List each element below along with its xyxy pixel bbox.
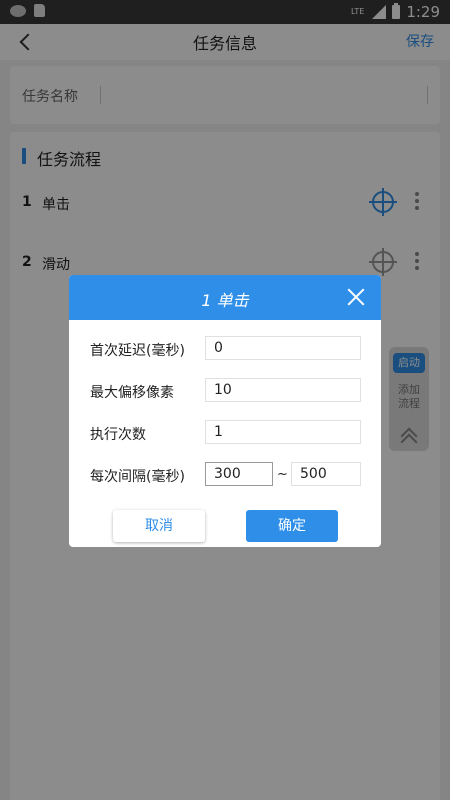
interval-min-input[interactable]: 300	[205, 462, 273, 486]
range-separator: ~	[277, 467, 288, 482]
close-icon[interactable]	[347, 288, 365, 306]
cancel-button[interactable]: 取消	[113, 510, 205, 542]
dialog-title: 1 单击	[201, 291, 249, 310]
first-delay-label: 首次延迟(毫秒)	[90, 343, 185, 359]
step-settings-dialog: 1 单击 首次延迟(毫秒) 0 最大偏移像素 10 执行次数 1 每次间隔(毫秒…	[69, 275, 381, 547]
max-offset-input[interactable]: 10	[205, 378, 361, 402]
exec-count-label: 执行次数	[90, 427, 146, 443]
interval-max-input[interactable]: 500	[291, 462, 361, 486]
interval-label: 每次间隔(毫秒)	[90, 469, 185, 485]
dialog-header: 1 单击	[69, 275, 381, 320]
max-offset-label: 最大偏移像素	[90, 385, 174, 401]
confirm-button[interactable]: 确定	[246, 510, 338, 542]
first-delay-input[interactable]: 0	[205, 336, 361, 360]
exec-count-input[interactable]: 1	[205, 420, 361, 444]
